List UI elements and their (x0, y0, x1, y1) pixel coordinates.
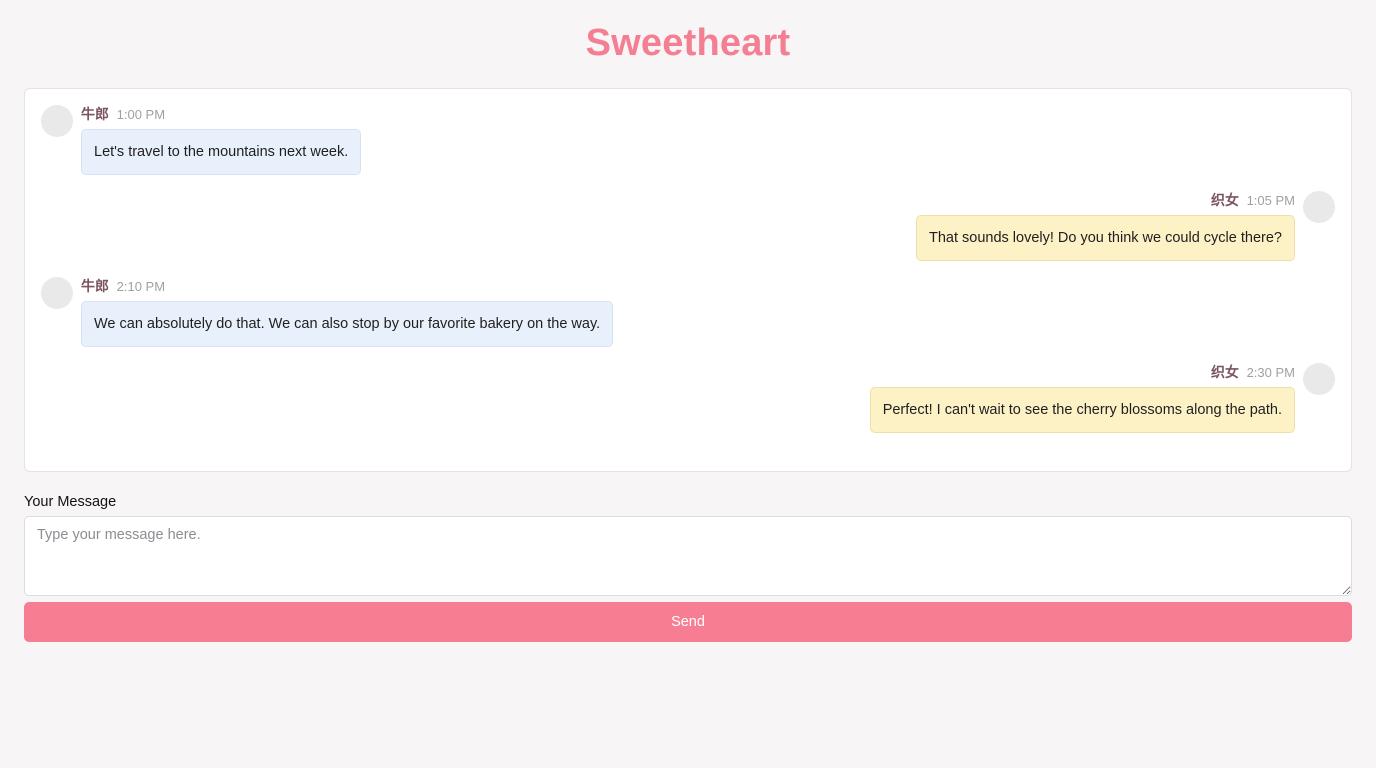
avatar (41, 277, 73, 309)
page: Sweetheart 牛郎 1:00 PM Let's travel to th… (0, 0, 1376, 768)
message-bubble: We can absolutely do that. We can also s… (81, 301, 614, 347)
message-meta: 牛郎 2:10 PM (81, 277, 613, 296)
timestamp: 2:30 PM (1246, 365, 1295, 380)
message-meta: 织女 1:05 PM (916, 191, 1295, 210)
avatar (1303, 191, 1335, 223)
send-button[interactable]: Send (24, 602, 1352, 642)
chat-message: 织女 1:05 PM That sounds lovely! Do you th… (915, 191, 1335, 261)
avatar (1303, 363, 1335, 395)
author-name: 织女 (1210, 192, 1239, 208)
message-label: Your Message (24, 494, 117, 510)
message-input[interactable] (24, 516, 1352, 596)
avatar (41, 105, 73, 137)
page-title: Sweetheart (585, 22, 791, 64)
chat-message: 织女 2:30 PM Perfect! I can't wait to see … (869, 363, 1335, 433)
timestamp: 2:10 PM (116, 279, 166, 294)
message-bubble: That sounds lovely! Do you think we coul… (915, 215, 1295, 261)
chat-message: 牛郎 1:00 PM Let's travel to the mountains… (41, 105, 362, 175)
author-name: 牛郎 (81, 106, 109, 122)
timestamp: 1:05 PM (1246, 193, 1295, 208)
message-bubble: Let's travel to the mountains next week. (81, 129, 362, 175)
message-meta: 织女 2:30 PM (870, 363, 1295, 382)
author-name: 织女 (1210, 364, 1239, 380)
message-bubble: Perfect! I can't wait to see the cherry … (869, 387, 1295, 433)
timestamp: 1:00 PM (116, 107, 166, 122)
author-name: 牛郎 (81, 278, 109, 294)
chat-message: 牛郎 2:10 PM We can absolutely do that. We… (41, 277, 614, 347)
message-meta: 牛郎 1:00 PM (81, 105, 361, 124)
chat-history[interactable]: 牛郎 1:00 PM Let's travel to the mountains… (24, 88, 1352, 472)
